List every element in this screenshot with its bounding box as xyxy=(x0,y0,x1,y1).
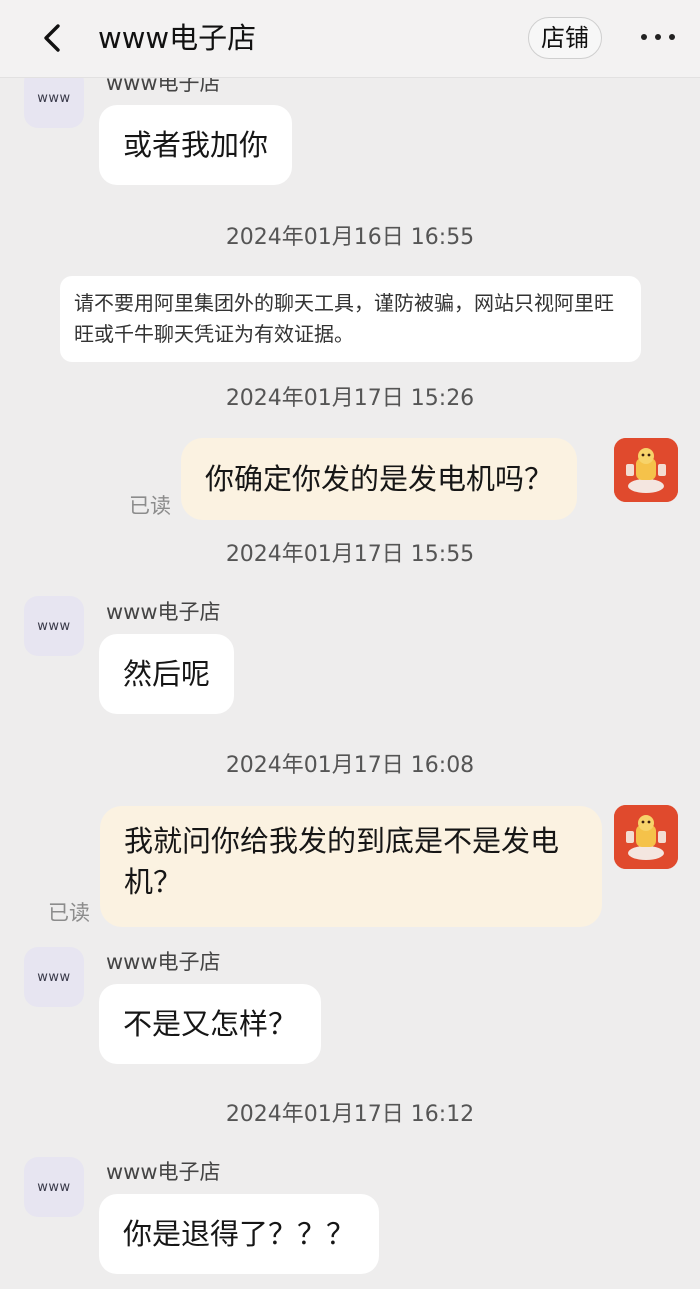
message-bubble[interactable]: 或者我加你 xyxy=(99,105,293,185)
shop-avatar[interactable]: www xyxy=(24,947,84,1007)
sender-name: www电子店 xyxy=(106,1160,221,1184)
more-dots-icon xyxy=(641,34,647,40)
user-avatar-image xyxy=(614,805,678,869)
shop-avatar[interactable]: www xyxy=(24,596,84,656)
shop-avatar[interactable]: www xyxy=(24,1157,84,1217)
chat-title: www电子店 xyxy=(98,21,257,55)
avatar-label: www xyxy=(37,1179,71,1195)
back-button[interactable] xyxy=(38,22,70,54)
user-avatar[interactable] xyxy=(614,438,678,502)
system-notice: 请不要用阿里集团外的聊天工具，谨防被骗，网站只视阿里旺旺或千牛聊天凭证为有效证据… xyxy=(60,276,641,362)
user-avatar-image xyxy=(614,438,678,502)
user-avatar[interactable] xyxy=(614,805,678,869)
avatar-label: www xyxy=(37,969,71,985)
message-bubble[interactable]: 你确定你发的是发电机吗？ xyxy=(181,438,578,520)
message-bubble[interactable]: 我就问你给我发的到底是不是发电机？ xyxy=(100,806,602,927)
chevron-left-icon xyxy=(44,24,60,52)
read-status: 已读 xyxy=(129,494,171,518)
avatar-label: www xyxy=(37,618,71,634)
sender-name: www电子店 xyxy=(106,950,221,974)
message-bubble[interactable]: 你是退得了？？？ xyxy=(99,1194,380,1274)
message-timestamp: 2024年01月16日 16:55 xyxy=(225,225,475,250)
message-timestamp: 2024年01月17日 16:08 xyxy=(225,753,475,778)
sender-name: www电子店 xyxy=(106,78,221,95)
shop-button[interactable]: 店铺 xyxy=(528,17,602,59)
read-status: 已读 xyxy=(48,901,90,925)
message-bubble[interactable]: 不是又怎样？ xyxy=(99,984,322,1064)
sender-name: www电子店 xyxy=(106,600,221,624)
shop-avatar[interactable]: www xyxy=(24,78,84,128)
chat-area[interactable]: www www电子店 或者我加你 2024年01月16日 16:55 请不要用阿… xyxy=(0,78,700,1289)
message-timestamp: 2024年01月17日 16:12 xyxy=(225,1102,475,1127)
message-timestamp: 2024年01月17日 15:55 xyxy=(225,542,475,567)
top-bar: www电子店 店铺 xyxy=(0,0,700,78)
more-button[interactable] xyxy=(636,22,680,52)
more-dots-icon xyxy=(669,34,675,40)
message-bubble[interactable]: 然后呢 xyxy=(99,634,235,714)
more-dots-icon xyxy=(655,34,661,40)
message-timestamp: 2024年01月17日 15:26 xyxy=(225,386,475,411)
avatar-label: www xyxy=(37,90,71,106)
